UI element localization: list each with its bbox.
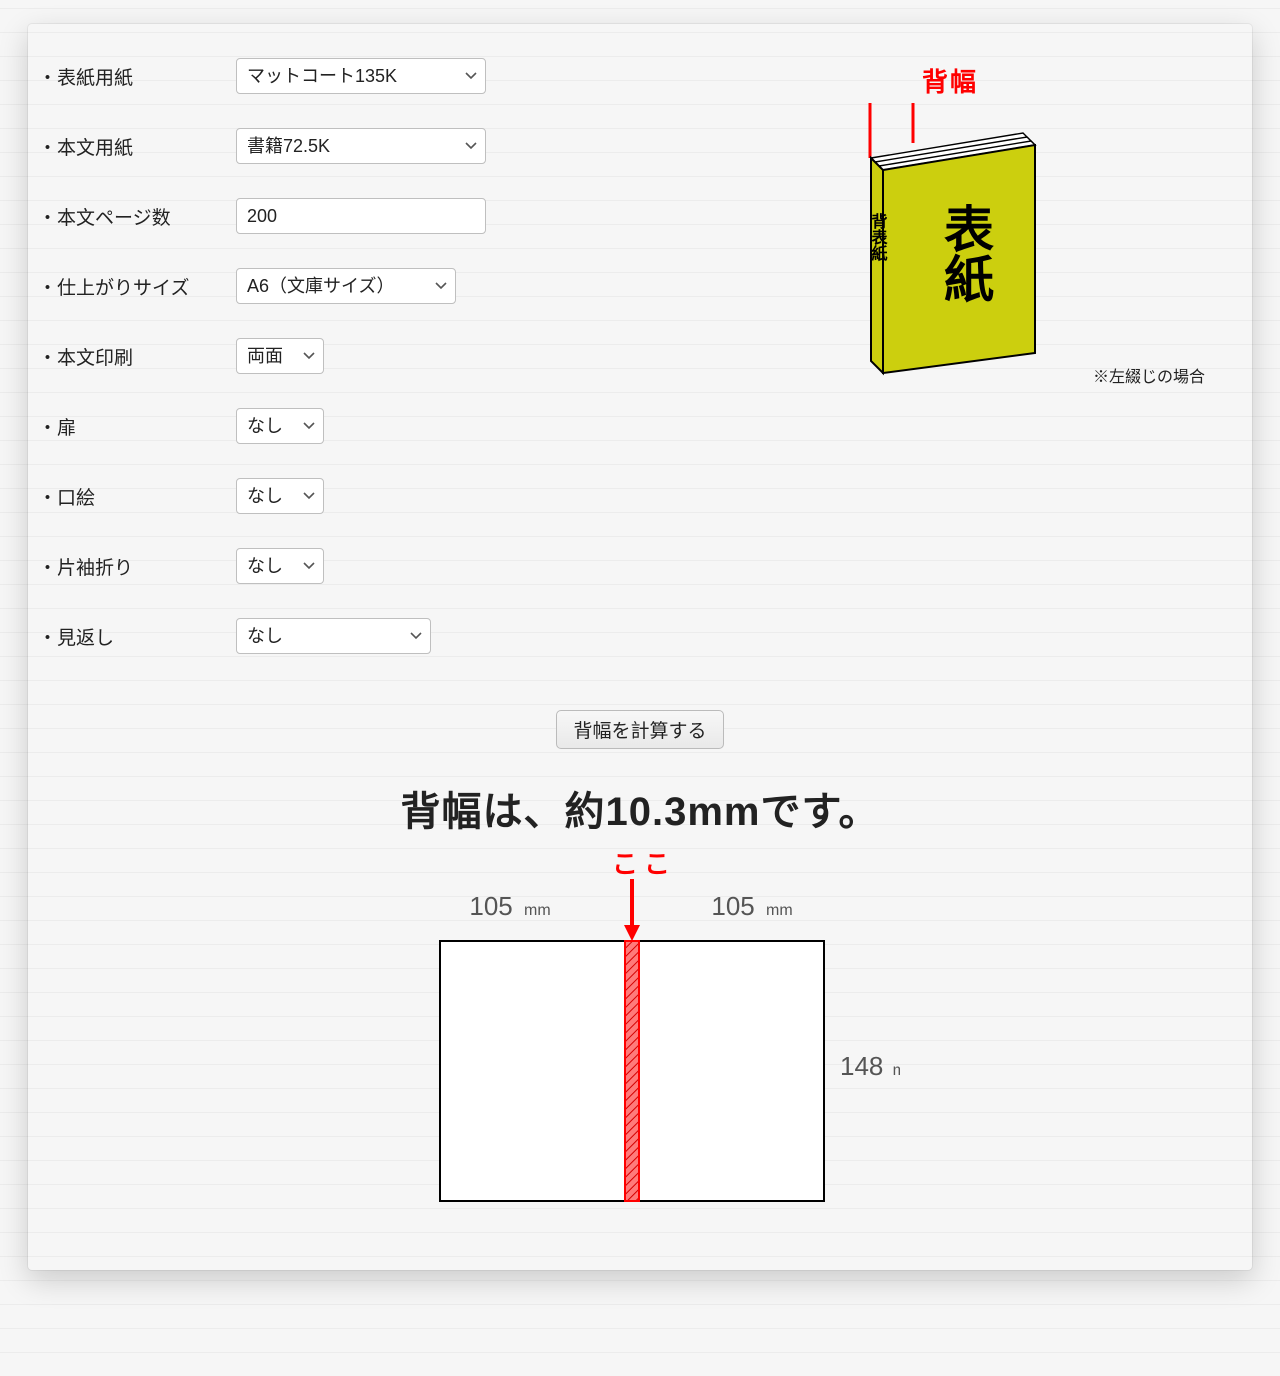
spine-result-text: 背幅は、約10.3mmです。 — [36, 779, 1244, 837]
tobira-label: 扉 — [36, 413, 236, 440]
tobira-select[interactable]: なし — [236, 408, 324, 444]
finish-size-label: 仕上がりサイズ — [36, 273, 236, 300]
kuchie-select[interactable]: なし — [236, 478, 324, 514]
body-print-select[interactable]: 両面 — [236, 338, 324, 374]
kuchie-label: 口絵 — [36, 483, 236, 510]
spread-left-dim: 105 — [469, 891, 512, 921]
page-count-input[interactable] — [236, 198, 486, 234]
mikaeshi-select[interactable]: なし — [236, 618, 431, 654]
body-print-label: 本文印刷 — [36, 343, 236, 370]
katasode-label: 片袖折り — [36, 553, 236, 580]
svg-text:148 mm: 148 mm — [840, 1051, 900, 1081]
spread-diagram: ここ 105 mm 105 mm — [36, 845, 1244, 1230]
mikaeshi-label: 見返し — [36, 623, 236, 650]
spread-diagram-icon: ここ 105 mm 105 mm — [380, 845, 900, 1225]
finish-size-select[interactable]: A6（文庫サイズ） — [236, 268, 456, 304]
book-3d-illustration: 背幅 背表紙 表紙 — [835, 62, 1065, 383]
svg-text:105 mm: 105 mm — [469, 891, 550, 921]
svg-text:105 mm: 105 mm — [711, 891, 792, 921]
body-paper-select[interactable]: 書籍72.5K — [236, 128, 486, 164]
book-3d-icon: 背表紙 表紙 — [835, 103, 1065, 383]
cover-paper-label: 表紙用紙 — [36, 63, 236, 90]
calculate-spine-button[interactable]: 背幅を計算する — [556, 710, 723, 749]
cover-paper-select[interactable]: マットコート135K — [236, 58, 486, 94]
body-paper-label: 本文用紙 — [36, 133, 236, 160]
spread-height-dim: 148 — [840, 1051, 883, 1081]
binding-note: ※左綴じの場合 — [1093, 363, 1205, 387]
spine-width-title: 背幅 — [835, 62, 1065, 99]
book3d-front-text: 表紙 — [937, 203, 994, 303]
spine-calc-form: 表紙用紙 マットコート135K 本文用紙 書籍72.5K 本文ページ数 — [36, 52, 656, 688]
spread-here-label: ここ — [612, 849, 676, 879]
page-count-label: 本文ページ数 — [36, 203, 236, 230]
spread-right-dim: 105 — [711, 891, 754, 921]
katasode-select[interactable]: なし — [236, 548, 324, 584]
